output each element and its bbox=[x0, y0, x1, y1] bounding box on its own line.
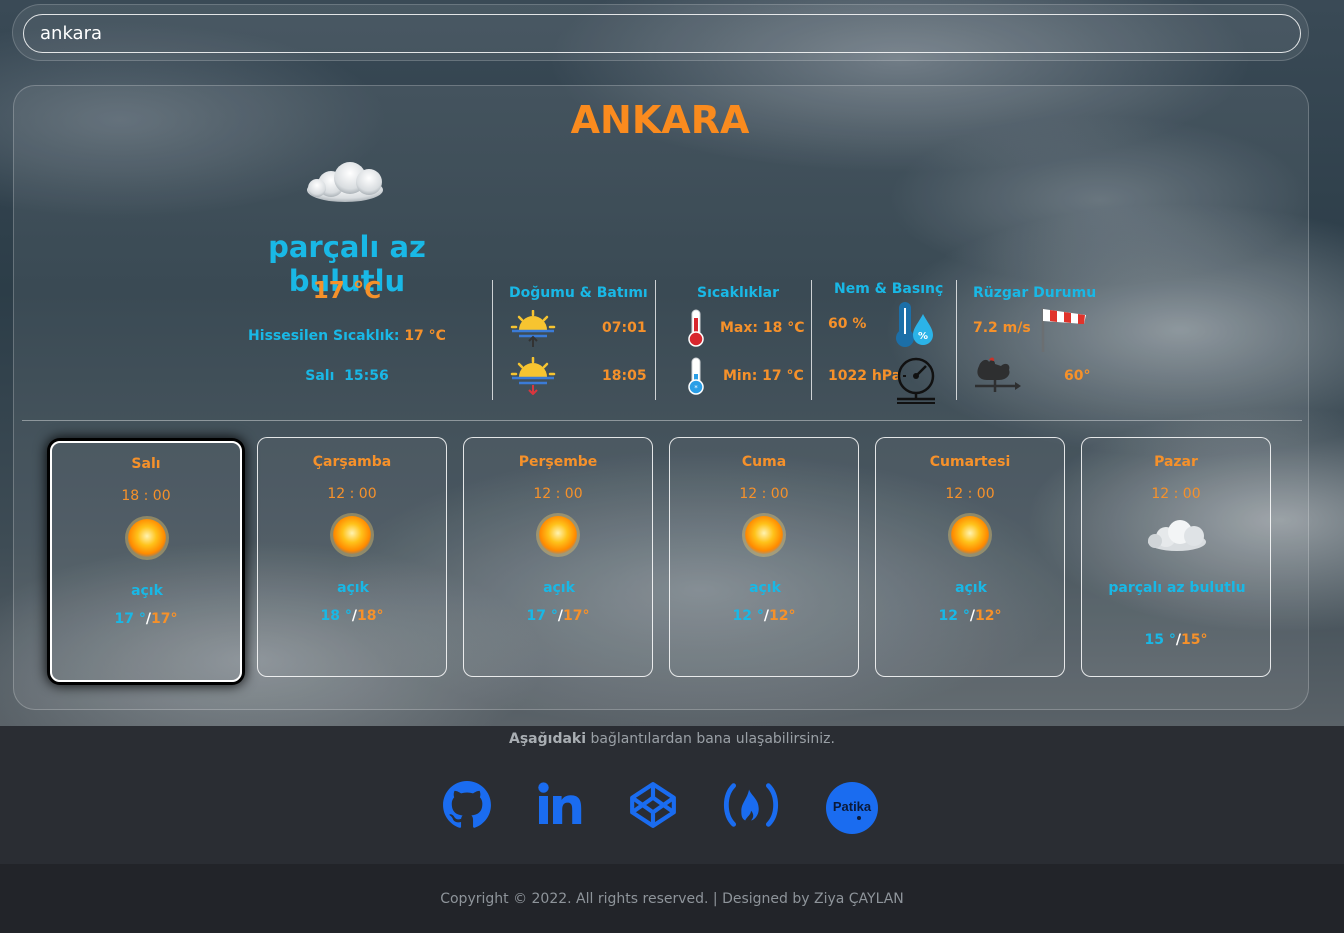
forecast-card[interactable]: Çarşamba 12 : 00 açık 18 °/18° bbox=[257, 437, 447, 677]
windsock-icon bbox=[1041, 308, 1086, 352]
forecast-hour: 12 : 00 bbox=[739, 486, 789, 502]
divider bbox=[22, 420, 1302, 421]
github-icon[interactable] bbox=[442, 780, 492, 830]
sun-icon bbox=[535, 512, 581, 562]
freecodecamp-icon[interactable] bbox=[722, 780, 780, 830]
humidity-value: 60 % bbox=[828, 316, 867, 332]
sunrise-time: 07:01 bbox=[602, 320, 647, 336]
forecast-day: Çarşamba bbox=[312, 454, 392, 470]
forecast-card[interactable]: Pazar 12 : 00 parçalı az bulutlu 15 °/15° bbox=[1081, 437, 1271, 677]
forecast-temp-low: 15 ° bbox=[1144, 632, 1176, 648]
forecast-temp-high: 17° bbox=[563, 608, 590, 624]
wind-direction: 60° bbox=[1064, 368, 1091, 384]
divider bbox=[956, 280, 957, 400]
sun-icon bbox=[741, 512, 787, 562]
thermometer-hot-icon bbox=[688, 309, 704, 347]
contact-text: Aşağıdaki bağlantılardan bana ulaşabilir… bbox=[0, 731, 1344, 747]
forecast-description: parçalı az bulutlu bbox=[1108, 580, 1246, 596]
forecast-card[interactable]: Cumartesi 12 : 00 açık 12 °/12° bbox=[875, 437, 1065, 677]
humidity-icon: % bbox=[896, 302, 933, 347]
forecast-description: açık bbox=[337, 580, 369, 596]
forecast-temp-low: 12 ° bbox=[938, 608, 970, 624]
forecast-temp-high: 12° bbox=[769, 608, 796, 624]
forecast-temp-high: 17° bbox=[151, 611, 178, 627]
forecast-temp-high: 15° bbox=[1181, 632, 1208, 648]
feels-like-label: Hissesilen Sıcaklık: bbox=[248, 328, 400, 344]
city-name: ANKARA bbox=[570, 98, 750, 142]
thermometer-cold-icon: * bbox=[688, 357, 704, 395]
cloud-icon bbox=[1146, 518, 1208, 556]
feels-like: Hissesilen Sıcaklık: 17 °C bbox=[216, 328, 478, 344]
forecast-temps: 15 °/15° bbox=[1082, 632, 1270, 648]
codepen-icon[interactable] bbox=[628, 780, 678, 830]
svg-text:%: % bbox=[918, 331, 928, 342]
contact-text-bold: Aşağıdaki bbox=[509, 731, 587, 747]
copyright: Copyright © 2022. All rights reserved. |… bbox=[440, 891, 904, 907]
forecast-card[interactable]: Salı 18 : 00 açık 17 °/17° bbox=[50, 441, 242, 682]
forecast-day: Cumartesi bbox=[929, 454, 1011, 470]
forecast-card[interactable]: Perşembe 12 : 00 açık 17 °/17° bbox=[463, 437, 653, 677]
forecast-temp-high: 18° bbox=[357, 608, 384, 624]
forecast-hour: 12 : 00 bbox=[1151, 486, 1201, 502]
current-temperature: 17 °C bbox=[312, 278, 382, 304]
humidity-title: Nem & Basınç bbox=[834, 281, 944, 297]
temps-title: Sıcaklıklar bbox=[697, 285, 779, 301]
forecast-temps: 12 °/12° bbox=[670, 608, 858, 624]
forecast-temps: 17 °/17° bbox=[464, 608, 652, 624]
forecast-temps: 17 °/17° bbox=[52, 611, 240, 627]
forecast-temp-low: 17 ° bbox=[526, 608, 558, 624]
sun-title: Doğumu & Batımı bbox=[509, 285, 648, 301]
linkedin-icon[interactable] bbox=[536, 780, 584, 828]
forecast-temps: 18 °/18° bbox=[258, 608, 446, 624]
forecast-description: açık bbox=[543, 580, 575, 596]
forecast-hour: 12 : 00 bbox=[327, 486, 377, 502]
sunrise-icon bbox=[510, 310, 556, 347]
forecast-temp-low: 12 ° bbox=[732, 608, 764, 624]
svg-text:*: * bbox=[694, 384, 698, 392]
patika-label: Patika bbox=[833, 799, 872, 814]
weathervane-icon bbox=[975, 357, 1021, 392]
forecast-description: açık bbox=[131, 583, 163, 599]
forecast-hour: 12 : 00 bbox=[533, 486, 583, 502]
forecast-day: Cuma bbox=[741, 454, 787, 470]
temp-min: Min: 17 °C bbox=[723, 368, 804, 384]
feels-like-value: 17 °C bbox=[404, 328, 446, 344]
forecast-description: açık bbox=[749, 580, 781, 596]
cloud-icon bbox=[307, 162, 383, 202]
forecast-day: Pazar bbox=[1154, 454, 1198, 470]
current-day-time: Salı 15:56 bbox=[305, 368, 389, 384]
sunset-icon bbox=[510, 357, 556, 395]
patika-icon[interactable]: Patika bbox=[825, 781, 879, 835]
search-input[interactable] bbox=[23, 14, 1301, 53]
forecast-temp-low: 17 ° bbox=[114, 611, 146, 627]
divider bbox=[492, 280, 493, 400]
divider bbox=[655, 280, 656, 400]
contact-text-rest: bağlantılardan bana ulaşabilirsiniz. bbox=[586, 731, 835, 747]
forecast-temps: 12 °/12° bbox=[876, 608, 1064, 624]
wind-speed: 7.2 m/s bbox=[973, 320, 1031, 336]
forecast-day: Salı bbox=[131, 456, 161, 472]
sun-icon bbox=[947, 512, 993, 562]
sunset-time: 18:05 bbox=[602, 368, 647, 384]
divider bbox=[811, 280, 812, 400]
forecast-description: açık bbox=[955, 580, 987, 596]
forecast-temp-low: 18 ° bbox=[320, 608, 352, 624]
temp-max: Max: 18 °C bbox=[720, 320, 805, 336]
pressure-value: 1022 hPa bbox=[828, 368, 902, 384]
sun-icon bbox=[124, 515, 170, 565]
forecast-temp-high: 12° bbox=[975, 608, 1002, 624]
search-bar bbox=[12, 4, 1309, 61]
forecast-hour: 12 : 00 bbox=[945, 486, 995, 502]
forecast-day: Perşembe bbox=[518, 454, 598, 470]
barometer-icon bbox=[897, 357, 935, 404]
wind-title: Rüzgar Durumu bbox=[973, 285, 1097, 301]
sun-icon bbox=[329, 512, 375, 562]
forecast-hour: 18 : 00 bbox=[121, 488, 171, 504]
forecast-card[interactable]: Cuma 12 : 00 açık 12 °/12° bbox=[669, 437, 859, 677]
